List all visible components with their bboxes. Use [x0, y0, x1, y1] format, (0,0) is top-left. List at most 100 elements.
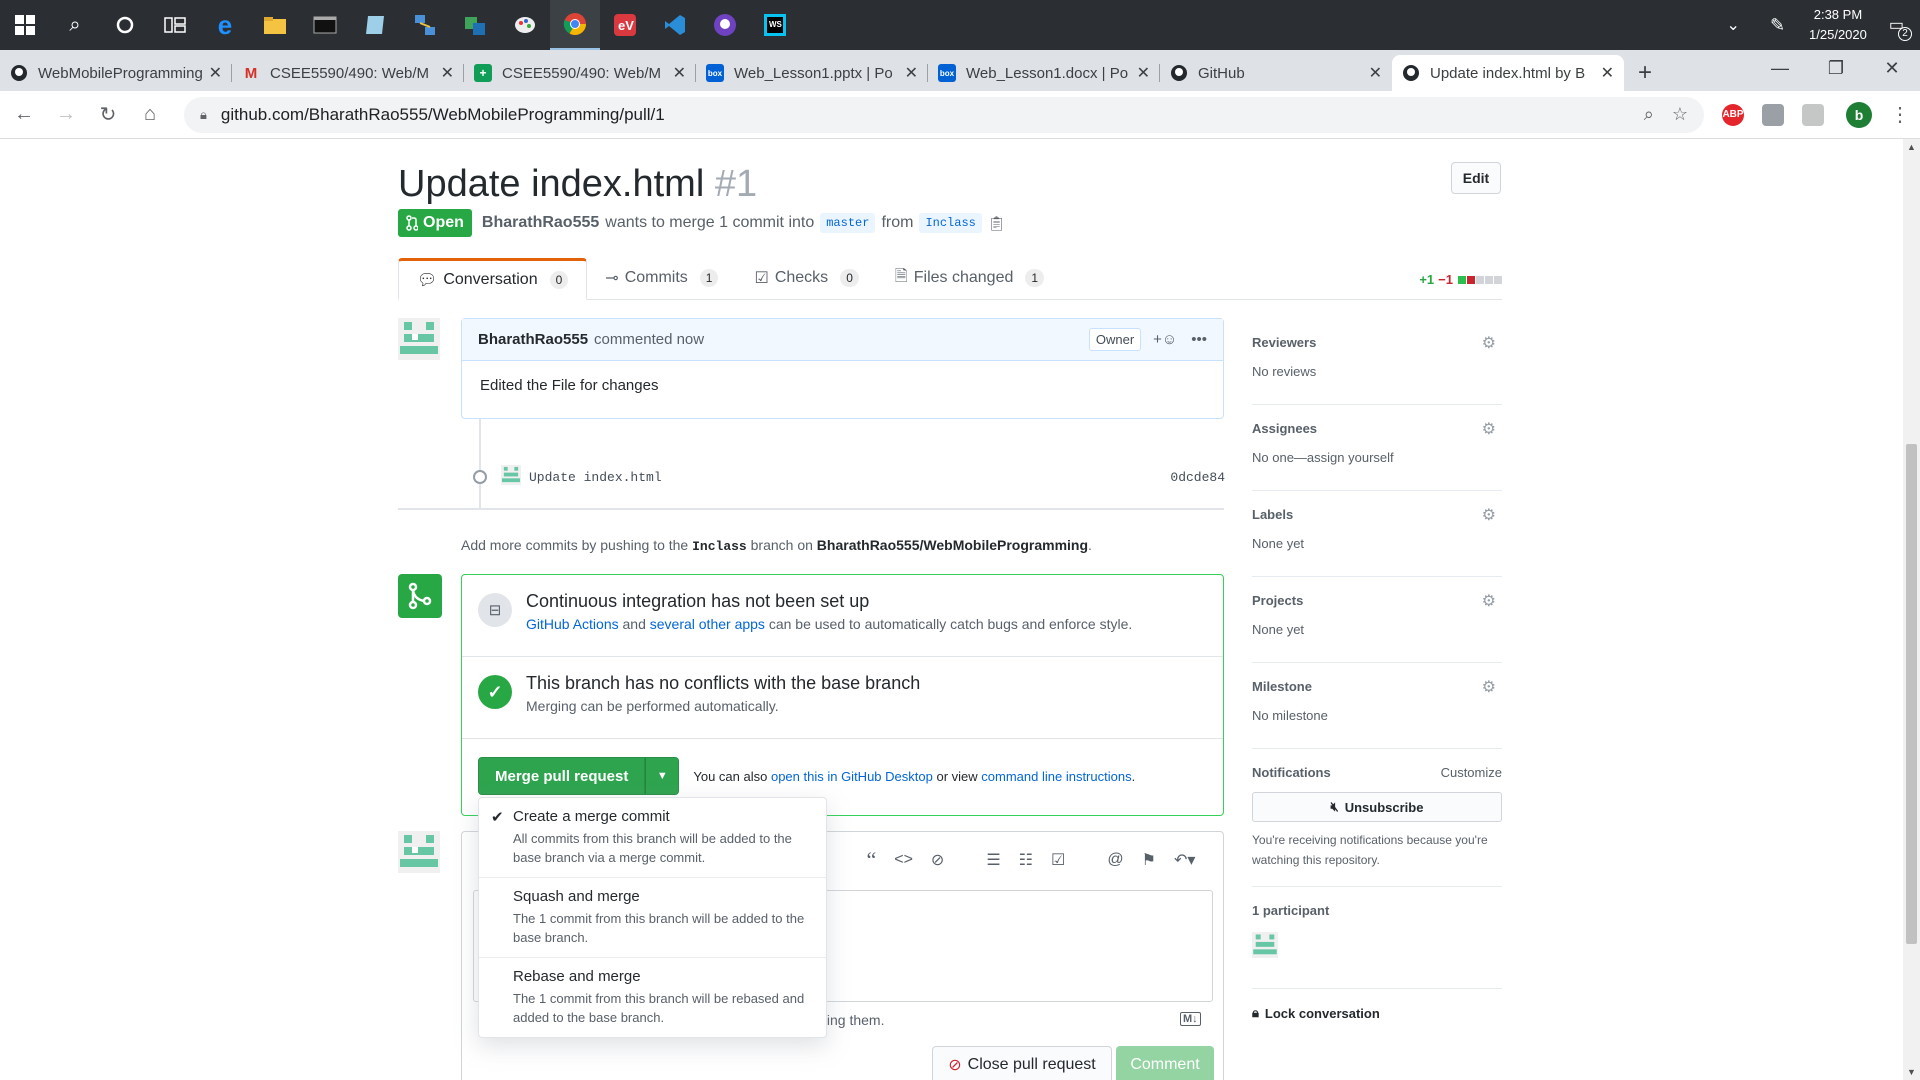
paint-icon[interactable] — [500, 0, 550, 50]
webstorm-icon[interactable]: WS — [750, 0, 800, 50]
attach-hint[interactable]: ting them. — [823, 1012, 884, 1028]
comment-button[interactable]: Comment — [1116, 1046, 1214, 1080]
sidebar-heading[interactable]: Labels — [1252, 507, 1502, 522]
browser-tab-active[interactable]: Update index.html by B ✕ — [1392, 55, 1624, 91]
bookmark-icon[interactable]: ⚑ — [1142, 850, 1156, 870]
close-icon[interactable]: ✕ — [1369, 63, 1382, 83]
task-view-icon[interactable] — [150, 0, 200, 50]
close-icon[interactable]: ✕ — [441, 63, 454, 83]
merge-pull-request-button[interactable]: Merge pull request — [478, 757, 646, 795]
gear-icon[interactable]: ⚙ — [1482, 419, 1496, 439]
profile-avatar[interactable]: b — [1846, 101, 1872, 128]
cortana-icon[interactable] — [100, 0, 150, 50]
link-icon[interactable]: ⊘ — [931, 850, 944, 870]
reply-icon[interactable]: ↶▾ — [1174, 850, 1195, 870]
lock-conversation-link[interactable]: 🔒︎ Lock conversation — [1252, 989, 1502, 1037]
vscode-icon[interactable] — [650, 0, 700, 50]
mention-icon[interactable]: @ — [1107, 851, 1123, 869]
more-options-icon[interactable]: ••• — [1191, 331, 1207, 348]
network-app-icon[interactable] — [400, 0, 450, 50]
add-reaction-icon[interactable]: +☺︎ — [1153, 331, 1177, 348]
minimize-icon[interactable]: — — [1752, 58, 1808, 79]
unordered-list-icon[interactable]: ☰ — [986, 850, 1000, 870]
maximize-icon[interactable]: ❐ — [1808, 58, 1864, 79]
github-desktop-link[interactable]: open this in GitHub Desktop — [771, 769, 933, 784]
other-apps-link[interactable]: several other apps — [650, 616, 765, 632]
comment-author[interactable]: BharathRao555 — [478, 331, 588, 348]
extension-icon[interactable] — [1762, 103, 1784, 126]
gear-icon[interactable]: ⚙ — [1482, 677, 1496, 697]
sidebar-heading[interactable]: Reviewers — [1252, 335, 1502, 350]
scroll-down-arrow-icon[interactable]: ▼ — [1903, 1067, 1920, 1077]
customize-link[interactable]: Customize — [1441, 765, 1502, 780]
remote-app-icon[interactable] — [450, 0, 500, 50]
browser-tab[interactable]: + CSEE5590/490: Web/M ✕ — [464, 55, 696, 91]
address-bar[interactable]: 🔒︎ github.com/BharathRao555/WebMobilePro… — [184, 96, 1704, 133]
scroll-up-arrow-icon[interactable]: ▲ — [1903, 142, 1920, 152]
commit-sha-link[interactable]: 0dcde84 — [1170, 470, 1225, 485]
notepad-icon[interactable] — [350, 0, 400, 50]
expressvpn-icon[interactable]: eV — [600, 0, 650, 50]
push-note-repo[interactable]: BharathRao555/WebMobileProgramming — [817, 537, 1088, 553]
comment-timestamp[interactable]: commented now — [594, 331, 704, 348]
close-icon[interactable]: ✕ — [673, 63, 686, 83]
merge-option-create-commit[interactable]: ✔ Create a merge commit All commits from… — [479, 798, 826, 878]
markdown-icon[interactable]: M↓ — [1180, 1012, 1201, 1026]
page-scrollbar[interactable]: ▲ ▼ — [1903, 139, 1920, 1080]
close-window-icon[interactable]: ✕ — [1864, 58, 1920, 79]
code-icon[interactable]: <> — [894, 851, 913, 869]
lock-icon[interactable]: 🔒︎ — [200, 107, 207, 123]
github-desktop-icon[interactable] — [700, 0, 750, 50]
sidebar-heading[interactable]: Milestone — [1252, 679, 1502, 694]
system-clock[interactable]: 2:38 PM 1/25/2020 — [1795, 5, 1881, 45]
avatar[interactable] — [501, 465, 521, 489]
terminal-icon[interactable] — [300, 0, 350, 50]
sidebar-value[interactable]: No one—assign yourself — [1252, 450, 1502, 465]
avatar[interactable] — [398, 318, 440, 360]
tab-conversation[interactable]: 💬︎ Conversation 0 — [398, 258, 588, 300]
browser-tab[interactable]: box Web_Lesson1.pptx | Po ✕ — [696, 55, 928, 91]
reload-icon[interactable]: ↻ — [90, 97, 126, 133]
search-icon[interactable]: ⌕ — [50, 0, 100, 50]
pr-author-link[interactable]: BharathRao555 — [482, 214, 599, 232]
extension-icon[interactable] — [1802, 103, 1824, 126]
base-branch[interactable]: master — [820, 213, 876, 233]
chevron-up-icon[interactable]: ⌄ — [1727, 15, 1740, 35]
merge-option-squash[interactable]: Squash and merge The 1 commit from this … — [479, 878, 826, 958]
scrollbar-thumb[interactable] — [1906, 444, 1917, 944]
forward-arrow-icon[interactable]: → — [48, 97, 84, 133]
ordered-list-icon[interactable]: ☷ — [1019, 850, 1033, 870]
pen-icon[interactable]: ✎ — [1770, 15, 1785, 36]
merge-method-dropdown-button[interactable]: ▼ — [645, 757, 680, 795]
task-list-icon[interactable]: ☑︎ — [1051, 850, 1065, 870]
edit-title-button[interactable]: Edit — [1451, 162, 1501, 194]
zoom-icon[interactable]: ⌕ — [1644, 104, 1654, 125]
browser-tab[interactable]: M CSEE5590/490: Web/M ✕ — [232, 55, 464, 91]
chrome-icon[interactable] — [550, 0, 600, 50]
sidebar-heading[interactable]: Projects — [1252, 593, 1502, 608]
browser-menu-icon[interactable]: ⋮ — [1890, 102, 1910, 127]
avatar[interactable] — [398, 831, 440, 873]
gear-icon[interactable]: ⚙ — [1482, 591, 1496, 611]
head-branch[interactable]: Inclass — [919, 213, 982, 233]
tab-checks[interactable]: ☑︎ Checks 0 — [736, 257, 876, 299]
back-arrow-icon[interactable]: ← — [6, 97, 42, 133]
gear-icon[interactable]: ⚙ — [1482, 333, 1496, 353]
browser-tab[interactable]: box Web_Lesson1.docx | Po ✕ — [928, 55, 1160, 91]
sidebar-heading[interactable]: Assignees — [1252, 421, 1502, 436]
bookmark-star-icon[interactable]: ☆ — [1672, 104, 1688, 125]
unsubscribe-button[interactable]: 🔇︎ Unsubscribe — [1252, 792, 1502, 822]
notification-center-icon[interactable]: ▭ 2 — [1889, 15, 1912, 41]
close-icon[interactable]: ✕ — [1137, 63, 1150, 83]
windows-start-icon[interactable] — [0, 0, 50, 50]
commit-message-link[interactable]: Update index.html — [529, 470, 662, 485]
home-icon[interactable]: ⌂ — [132, 97, 168, 133]
close-icon[interactable]: ✕ — [1601, 63, 1614, 83]
clipboard-icon[interactable]: 📋︎ — [988, 215, 1006, 232]
merge-option-rebase[interactable]: Rebase and merge The 1 commit from this … — [479, 958, 826, 1037]
tab-commits[interactable]: ⊸ Commits 1 — [587, 257, 736, 299]
avatar[interactable] — [1252, 932, 1502, 961]
file-explorer-icon[interactable] — [250, 0, 300, 50]
close-pull-request-button[interactable]: ⊘ Close pull request — [932, 1046, 1112, 1080]
browser-tab[interactable]: WebMobileProgramming ✕ — [0, 55, 232, 91]
